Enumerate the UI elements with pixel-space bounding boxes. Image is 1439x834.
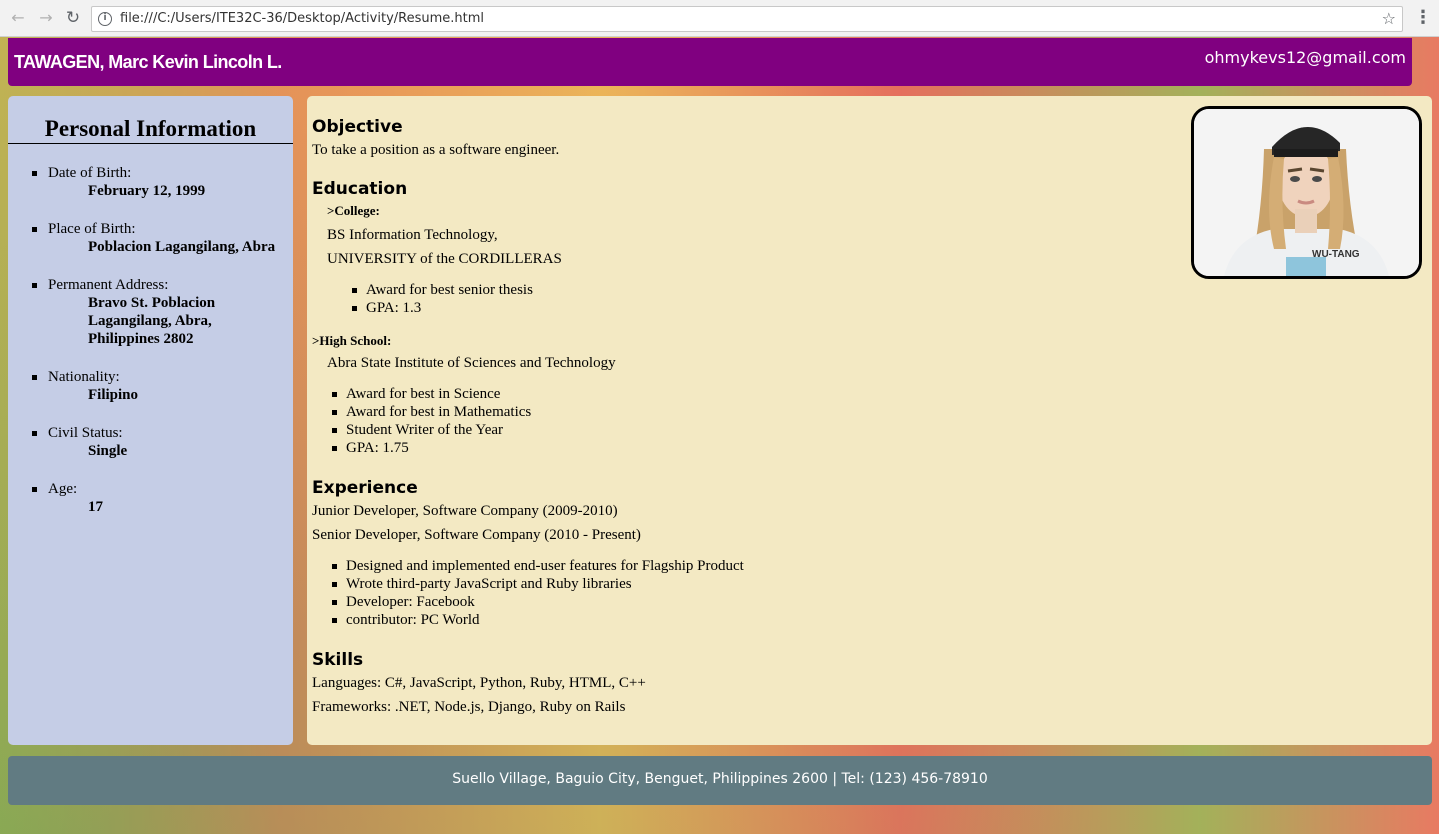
college-degree: BS Information Technology, xyxy=(327,227,498,243)
info-label: Date of Birth: xyxy=(48,165,132,181)
resume-email: ohmykevs12@gmail.com xyxy=(1204,48,1406,67)
info-value: Poblacion Lagangilang, Abra xyxy=(48,238,294,256)
education-heading: Education xyxy=(312,179,408,199)
info-label: Permanent Address: xyxy=(48,277,169,293)
skills-languages: Languages: C#, JavaScript, Python, Ruby,… xyxy=(312,675,646,691)
info-value-line: Filipino xyxy=(88,387,139,403)
experience-list: Designed and implemented end-user featur… xyxy=(312,557,1172,629)
info-value-line: Lagangilang, Abra, xyxy=(88,313,212,329)
info-value: Single xyxy=(48,442,294,460)
resume-sections: Objective To take a position as a softwa… xyxy=(312,116,1172,719)
info-value: 17 xyxy=(48,498,294,516)
sidebar-title: Personal Information xyxy=(44,116,257,141)
profile-photo: WU-TANG xyxy=(1191,106,1422,279)
college-school: UNIVERSITY of the CORDILLERAS xyxy=(327,251,562,267)
info-value-line: Poblacion Lagangilang, Abra xyxy=(88,239,276,255)
browser-toolbar: ← → ↻ i file:///C:/Users/ITE32C-36/Deskt… xyxy=(0,0,1439,37)
resume-footer: Suello Village, Baguio City, Benguet, Ph… xyxy=(8,756,1432,805)
list-item: Civil Status: Single xyxy=(32,424,294,460)
reload-icon[interactable]: ↻ xyxy=(63,8,83,28)
resume-name: TAWAGEN, Marc Kevin Lincoln L. xyxy=(14,52,282,72)
info-value-line: Bravo St. Poblacion xyxy=(88,295,216,311)
back-icon[interactable]: ← xyxy=(8,8,28,28)
high-school-name: Abra State Institute of Sciences and Tec… xyxy=(327,355,616,371)
info-value: February 12, 1999 xyxy=(48,182,294,200)
list-item: Award for best in Science xyxy=(332,385,1172,403)
list-item: Permanent Address: Bravo St. Poblacion L… xyxy=(32,276,294,348)
list-item: Award for best senior thesis xyxy=(352,281,1172,299)
objective-text: To take a position as a software enginee… xyxy=(312,142,560,158)
job-title: Junior Developer, Software Company (2009… xyxy=(312,503,618,519)
high-school-awards-list: Award for best in Science Award for best… xyxy=(312,385,1172,457)
list-item: Award for best in Mathematics xyxy=(332,403,1172,421)
list-item: contributor: PC World xyxy=(332,611,1172,629)
skills-frameworks: Frameworks: .NET, Node.js, Django, Ruby … xyxy=(312,699,626,715)
info-icon[interactable]: i xyxy=(98,12,112,26)
info-label: Age: xyxy=(48,481,78,497)
info-label: Nationality: xyxy=(48,369,120,385)
info-label: Civil Status: xyxy=(48,425,123,441)
url-text[interactable]: file:///C:/Users/ITE32C-36/Desktop/Activ… xyxy=(120,11,484,26)
profile-photo-image: WU-TANG xyxy=(1194,109,1419,276)
list-item: Date of Birth: February 12, 1999 xyxy=(32,164,294,200)
list-item: GPA: 1.75 xyxy=(332,439,1172,457)
info-label: Place of Birth: xyxy=(48,221,136,237)
kebab-menu-icon[interactable]: ⋮ xyxy=(1414,8,1432,28)
sidebar-divider xyxy=(8,143,293,144)
high-school-label: >High School: xyxy=(312,333,392,348)
objective-heading: Objective xyxy=(312,117,403,137)
resume-header: TAWAGEN, Marc Kevin Lincoln L. ohmykevs1… xyxy=(8,38,1412,86)
info-value: Filipino xyxy=(48,386,294,404)
list-item: Developer: Facebook xyxy=(332,593,1172,611)
list-item: Student Writer of the Year xyxy=(332,421,1172,439)
list-item: Nationality: Filipino xyxy=(32,368,294,404)
list-item: Wrote third-party JavaScript and Ruby li… xyxy=(332,575,1172,593)
list-item: GPA: 1.3 xyxy=(352,299,1172,317)
star-icon[interactable]: ☆ xyxy=(1382,9,1396,28)
resume-main-content: WU-TANG Objective To take a position as … xyxy=(307,96,1432,745)
personal-info-sidebar: Personal Information Date of Birth: Febr… xyxy=(8,96,293,745)
forward-icon[interactable]: → xyxy=(36,8,56,28)
personal-info-list: Date of Birth: February 12, 1999 Place o… xyxy=(32,164,294,536)
info-value-line: February 12, 1999 xyxy=(88,183,206,199)
skills-heading: Skills xyxy=(312,650,364,670)
info-value-line: Single xyxy=(88,443,128,459)
footer-contact: Suello Village, Baguio City, Benguet, Ph… xyxy=(452,771,988,787)
info-value-line: Philippines 2802 xyxy=(88,331,194,347)
experience-heading: Experience xyxy=(312,478,418,498)
address-bar[interactable]: i file:///C:/Users/ITE32C-36/Desktop/Act… xyxy=(91,6,1403,32)
college-label: >College: xyxy=(327,203,380,218)
info-value-line: 17 xyxy=(88,499,103,515)
job-title: Senior Developer, Software Company (2010… xyxy=(312,527,641,543)
list-item: Designed and implemented end-user featur… xyxy=(332,557,1172,575)
info-value: Bravo St. Poblacion Lagangilang, Abra, P… xyxy=(48,294,294,348)
college-awards-list: Award for best senior thesis GPA: 1.3 xyxy=(312,281,1172,317)
list-item: Age: 17 xyxy=(32,480,294,516)
list-item: Place of Birth: Poblacion Lagangilang, A… xyxy=(32,220,294,256)
